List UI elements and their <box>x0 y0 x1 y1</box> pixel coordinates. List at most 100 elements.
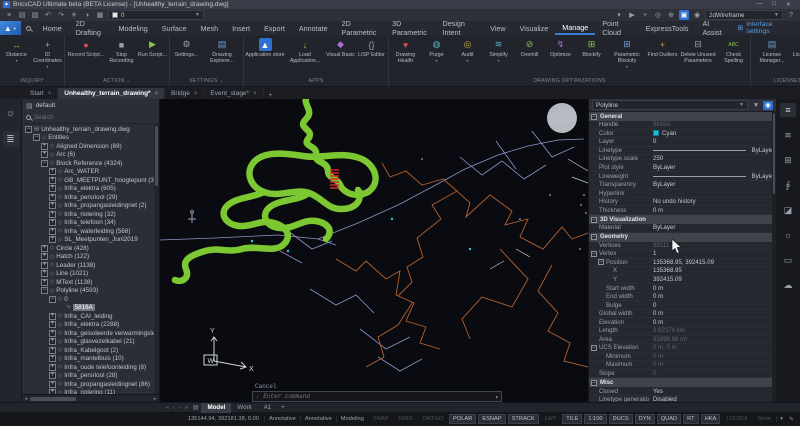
menu-tab-manage[interactable]: Manage <box>555 21 595 35</box>
selected-polyline[interactable] <box>175 99 376 281</box>
ribbon-button-audit[interactable]: ◎Audit▾ <box>452 36 483 63</box>
property-value[interactable]: ByLayer <box>653 173 776 180</box>
ribbon-button-simplify[interactable]: ≋Simplify▾ <box>483 36 514 63</box>
expand-icon[interactable]: + <box>49 194 56 201</box>
status-toggle-lwt[interactable]: LWT <box>541 414 561 424</box>
tree-item-sl-meetpunten-juni2019[interactable]: +◇SL_Meetpunten_Juni2019 <box>22 236 159 245</box>
scrollbar-track[interactable] <box>30 396 151 402</box>
property-value[interactable]: 0 m <box>653 353 776 360</box>
status-field-annotative-0[interactable]: Annotative <box>264 416 300 422</box>
property-row-linetype[interactable]: LinetypeByLayer <box>589 147 776 156</box>
tree-item-leader-1138[interactable]: +◇Leader (1138) <box>22 261 159 270</box>
property-row-linetype-generatio[interactable]: Linetype generatioDisabled <box>589 396 776 402</box>
ribbon-button-application-store[interactable]: ▲Application store <box>245 36 285 58</box>
render-mode-icon[interactable]: ◉ <box>692 10 702 20</box>
tree-item-infra-waterleiding-568[interactable]: +◇Infra_waterleiding (568) <box>22 227 159 236</box>
properties-section-misc[interactable]: −Misc <box>589 378 776 387</box>
collapse-icon[interactable]: − <box>25 126 32 133</box>
collapse-icon[interactable]: − <box>41 160 48 167</box>
new-document-tab-button[interactable]: + <box>264 92 278 99</box>
tree-item-block-reference-4324[interactable]: −◇Block Reference (4324) <box>22 159 159 168</box>
ribbon-button-visual-basic[interactable]: ◆Visual Basic <box>325 36 356 58</box>
property-value[interactable]: 250 <box>653 155 776 162</box>
status-toggle-polar[interactable]: POLAR <box>449 414 476 424</box>
tree-item-circle-428[interactable]: +◇Circle (428) <box>22 244 159 253</box>
tree-item-infra-persriool-28[interactable]: +◇Infra_persriool (28) <box>22 372 159 381</box>
property-value[interactable]: 3.62374 km <box>653 327 776 334</box>
status-field-annotative-1[interactable]: Annotative <box>300 416 336 422</box>
status-field-modeling-2[interactable]: Modeling <box>336 416 368 422</box>
tree-item-hatch-122[interactable]: +◇Hatch (122) <box>22 253 159 262</box>
tree-item-infra-propangasleidingnet-86[interactable]: +◇Infra_propangasleidingnet (86) <box>22 380 159 389</box>
expand-icon[interactable]: + <box>41 143 48 150</box>
layout-sheet-icon[interactable]: ▤ <box>190 404 202 411</box>
collapse-icon[interactable]: − <box>49 296 56 303</box>
property-value[interactable]: 93896.86 m² <box>653 336 776 343</box>
collapse-icon[interactable]: − <box>591 380 597 386</box>
structure-horizontal-scrollbar[interactable]: ◂ ▸ <box>22 394 159 402</box>
menu-tab-expresstools[interactable]: ExpressTools <box>639 21 696 35</box>
property-row-thickness[interactable]: Thickness0 m <box>589 206 776 215</box>
tree-item-infra-elektra-605[interactable]: +◇Infra_elektra (605) <box>22 185 159 194</box>
property-value[interactable]: Yes <box>653 388 776 395</box>
scroll-right-arrow-icon[interactable]: ▸ <box>151 396 159 402</box>
property-value[interactable]: ByLayer <box>653 181 776 188</box>
layout-tab-work[interactable]: Work <box>231 403 257 413</box>
application-menu-button[interactable]: ▲ ▼ <box>0 21 21 35</box>
ribbon-button-record-script[interactable]: ●Record Script... <box>66 36 106 58</box>
ribbon-button-optimize[interactable]: ↯Optimize <box>545 36 576 58</box>
property-value[interactable]: Disabled <box>653 396 776 402</box>
expand-icon[interactable]: + <box>49 338 56 345</box>
tree-item-infra-glasvezelkabel-21[interactable]: +◇Infra_glasvezelkabel (21) <box>22 338 159 347</box>
property-row-color[interactable]: ColorCyan <box>589 130 776 139</box>
collapse-icon[interactable]: − <box>591 251 597 257</box>
status-toggle-tile[interactable]: TILE <box>562 414 582 424</box>
expand-icon[interactable]: + <box>49 321 56 328</box>
menu-tab-2d-parametric[interactable]: 2D Parametric <box>335 21 385 35</box>
property-value[interactable]: 1 <box>653 250 776 257</box>
property-row-global-width[interactable]: Global width0 m <box>589 310 776 319</box>
tips-bulb-icon[interactable]: ☼ <box>3 105 19 121</box>
collapse-icon[interactable]: − <box>591 114 597 120</box>
ribbon-button-purge[interactable]: ◍Purge▾ <box>421 36 452 63</box>
ribbon-button-delete-unused-parameters[interactable]: ⊟Delete Unused Parameters <box>678 36 718 64</box>
layout-tab-a1[interactable]: A1 <box>258 403 278 413</box>
expand-icon[interactable]: + <box>41 253 48 260</box>
collapse-icon[interactable]: − <box>591 217 597 223</box>
tree-item-arc-water[interactable]: +◇Arc_WATER <box>22 168 159 177</box>
materials-panel-icon[interactable]: ◪ <box>780 203 796 217</box>
property-row-handle[interactable]: Handle5816A <box>589 121 776 130</box>
property-row-lineweight[interactable]: LineweightByLayer <box>589 172 776 181</box>
property-row-transparency[interactable]: TransparencyByLayer <box>589 181 776 190</box>
command-tips-panel-icon[interactable]: ▭ <box>780 253 796 267</box>
property-value[interactable]: 0 m <box>653 319 776 326</box>
collapse-icon[interactable]: − <box>33 134 40 141</box>
ribbon-button-drawing-health[interactable]: ♥Drawing Health <box>390 36 421 64</box>
close-tab-icon[interactable]: × <box>253 91 257 97</box>
ribbon-button-check-spelling[interactable]: ABCCheck Spelling <box>718 36 749 64</box>
tree-item-infra-propangasleidingnet-2[interactable]: +◇Infra_propangasleidingnet (2) <box>22 202 159 211</box>
tree-item-infra-persriool-29[interactable]: +◇Infra_persriool (29) <box>22 193 159 202</box>
property-value[interactable]: 0 m <box>653 361 776 368</box>
status-toggle-ortho[interactable]: ORTHO <box>419 414 447 424</box>
lights-panel-icon[interactable]: ☼ <box>780 228 796 242</box>
expand-icon[interactable]: + <box>49 211 56 218</box>
menu-tab-home[interactable]: Home <box>36 21 69 35</box>
help-circle-icon[interactable]: ? <box>786 10 796 20</box>
expand-icon[interactable]: + <box>49 347 56 354</box>
menu-tab-visualize[interactable]: Visualize <box>513 21 556 35</box>
chevron-down-icon[interactable]: ▾ <box>776 416 786 422</box>
document-tab-start[interactable]: Start× <box>24 88 58 99</box>
edit-pencil-icon[interactable]: ✎ <box>786 416 797 423</box>
status-toggle-snap[interactable]: SNAP <box>369 414 393 424</box>
ribbon-button-license-trial[interactable]: ▤License Trial▾ <box>792 36 800 63</box>
structure-vertical-scrollbar[interactable] <box>154 124 159 394</box>
ribbon-button-drawing-explorer[interactable]: ▤Drawing Explorer... <box>202 36 242 64</box>
menu-tab-design-intent[interactable]: Design Intent <box>436 21 484 35</box>
tree-item-unhealthy-terrain-drawing-dwg[interactable]: −▤Unhealthy_terrain_drawing.dwg <box>22 125 159 134</box>
new-layout-button[interactable]: + <box>277 404 289 411</box>
property-row-closed[interactable]: ClosedYes <box>589 387 776 396</box>
expand-icon[interactable]: + <box>49 330 56 337</box>
property-row-bulge[interactable]: Bulge0 <box>589 301 776 310</box>
structure-panel-icon[interactable]: ≣ <box>3 131 19 147</box>
